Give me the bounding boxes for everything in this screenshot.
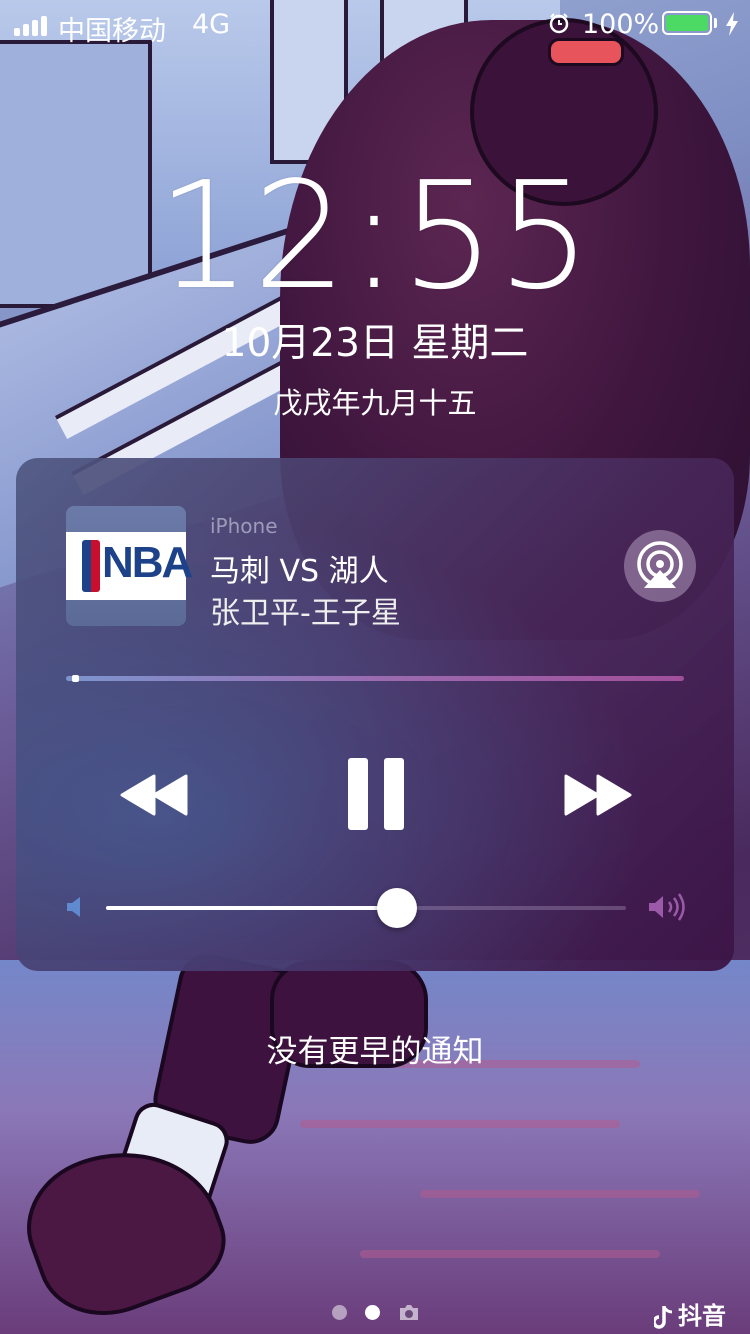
page-indicator[interactable] bbox=[332, 1304, 420, 1321]
wallpaper-smear bbox=[360, 1250, 660, 1258]
track-title: 马刺 VS 湖人 bbox=[210, 554, 389, 589]
battery-icon bbox=[662, 11, 712, 35]
rewind-button[interactable] bbox=[120, 770, 190, 820]
nba-logo-text: NBA bbox=[102, 538, 193, 587]
volume-slider[interactable] bbox=[106, 888, 626, 928]
volume-low-icon bbox=[67, 897, 80, 917]
page-dot-active[interactable] bbox=[365, 1305, 380, 1320]
camera-icon[interactable] bbox=[398, 1304, 420, 1321]
nba-logo-mark bbox=[82, 540, 100, 592]
volume-knob[interactable] bbox=[377, 888, 418, 928]
battery-fill bbox=[666, 15, 708, 31]
volume-level bbox=[106, 906, 398, 910]
lock-date: 10月23日 星期二 bbox=[221, 321, 529, 366]
signal-icon bbox=[14, 14, 47, 36]
airplay-button[interactable] bbox=[624, 530, 696, 602]
watermark-text: 抖音 bbox=[678, 1302, 726, 1330]
lock-clock: 12:55 bbox=[156, 150, 594, 322]
nba-logo: NBA bbox=[66, 532, 193, 600]
no-earlier-notifications: 没有更早的通知 bbox=[266, 1034, 484, 1070]
pause-icon bbox=[348, 758, 404, 830]
lunar-date: 戊戌年九月十五 bbox=[273, 386, 477, 420]
network-type-label: 4G bbox=[192, 9, 231, 40]
fast-forward-button[interactable] bbox=[562, 770, 632, 820]
battery-percentage: 100% bbox=[582, 9, 660, 40]
douyin-logo-icon bbox=[654, 1306, 673, 1329]
carrier-label: 中国移动 bbox=[58, 16, 166, 47]
wallpaper-smear bbox=[300, 1120, 620, 1128]
playback-source: iPhone bbox=[210, 514, 278, 538]
volume-high-icon bbox=[649, 893, 685, 921]
rewind-icon bbox=[120, 774, 188, 816]
now-playing-widget: NBA iPhone 马刺 VS 湖人 张卫平-王子星 bbox=[16, 458, 734, 971]
status-bar: 中国移动 4G 100% bbox=[0, 0, 750, 48]
douyin-watermark: 抖音 bbox=[654, 1296, 726, 1331]
alarm-icon bbox=[549, 13, 569, 34]
battery-tip bbox=[714, 18, 717, 28]
playback-progress-bar[interactable] bbox=[66, 675, 684, 682]
airplay-icon bbox=[637, 541, 683, 588]
wallpaper-smear bbox=[420, 1190, 700, 1198]
album-artwork[interactable]: NBA bbox=[66, 506, 193, 626]
page-dot[interactable] bbox=[332, 1305, 347, 1320]
fast-forward-icon bbox=[564, 774, 632, 816]
charging-bolt-icon bbox=[726, 12, 738, 36]
pause-button[interactable] bbox=[346, 756, 406, 832]
track-artist: 张卫平-王子星 bbox=[210, 596, 401, 631]
progress-scrubber[interactable] bbox=[72, 675, 80, 682]
